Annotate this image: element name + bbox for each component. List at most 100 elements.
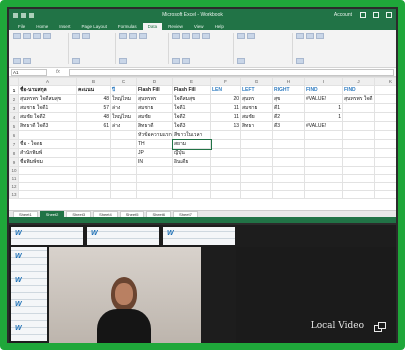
formula-input[interactable]: [69, 68, 394, 76]
advanced-icon[interactable]: [119, 58, 127, 64]
cell[interactable]: [304, 190, 343, 199]
cell[interactable]: 48: [76, 112, 111, 122]
cell[interactable]: ใจดีสมสุข: [172, 94, 211, 104]
tab-page-layout[interactable]: Page Layout: [77, 23, 112, 30]
participant-tile[interactable]: W: [11, 227, 83, 245]
cell[interactable]: [110, 174, 137, 183]
show-detail-icon[interactable]: [296, 58, 304, 64]
cell[interactable]: สิทธา: [240, 121, 273, 131]
cell[interactable]: [240, 139, 273, 149]
tab-help[interactable]: Help: [210, 23, 229, 30]
cell[interactable]: สิทธาดี: [136, 121, 173, 131]
filter-icon[interactable]: [129, 33, 137, 39]
ungroup-icon[interactable]: [306, 33, 314, 39]
cell[interactable]: Flash Fill: [172, 85, 211, 95]
cell[interactable]: [240, 166, 273, 175]
sort-icon[interactable]: [119, 33, 127, 39]
cell[interactable]: [136, 166, 173, 175]
cell[interactable]: 11: [210, 112, 241, 122]
cell[interactable]: [374, 130, 396, 140]
cell[interactable]: [342, 112, 375, 122]
spreadsheet-table[interactable]: A B C D E F G H I J K 1 ชื่อ-นามสกุล คะแ…: [9, 77, 396, 199]
cell[interactable]: [272, 139, 305, 149]
cell[interactable]: [210, 148, 241, 158]
from-table-icon[interactable]: [43, 33, 51, 39]
from-text-icon[interactable]: [23, 33, 31, 39]
data-validation-icon[interactable]: [202, 33, 210, 39]
column-header[interactable]: C: [110, 77, 137, 86]
cell[interactable]: FIND: [304, 85, 343, 95]
cell[interactable]: [210, 166, 241, 175]
cell[interactable]: ปี: [110, 85, 137, 95]
cell[interactable]: [172, 182, 211, 191]
user-name[interactable]: Account: [282, 12, 352, 18]
cell[interactable]: [210, 174, 241, 183]
cell[interactable]: [210, 182, 241, 191]
column-header[interactable]: G: [240, 77, 273, 86]
cell[interactable]: [272, 182, 305, 191]
tab-formulas[interactable]: Formulas: [113, 23, 142, 30]
cell[interactable]: LEFT: [240, 85, 273, 95]
cell[interactable]: 13: [210, 121, 241, 131]
local-video-panel[interactable]: Local Video: [236, 247, 396, 343]
popout-icon[interactable]: [374, 322, 386, 332]
maximize-icon[interactable]: [373, 12, 379, 18]
cell[interactable]: [76, 182, 111, 191]
cell[interactable]: [342, 130, 375, 140]
cell[interactable]: [304, 139, 343, 149]
cell[interactable]: [240, 148, 273, 158]
cell[interactable]: สุนทรพร ใจดี: [342, 94, 375, 104]
cell[interactable]: [136, 182, 173, 191]
cell[interactable]: IN: [136, 157, 173, 167]
name-box[interactable]: A1: [11, 68, 47, 76]
cell[interactable]: [76, 166, 111, 175]
cell[interactable]: [374, 94, 396, 104]
cell[interactable]: [76, 190, 111, 199]
subtotal-icon[interactable]: [316, 33, 324, 39]
cell[interactable]: [172, 190, 211, 199]
cell[interactable]: LEN: [210, 85, 241, 95]
cell[interactable]: ดี2: [272, 112, 305, 122]
tab-insert[interactable]: Insert: [54, 23, 75, 30]
cell[interactable]: [240, 174, 273, 183]
cell[interactable]: [304, 157, 343, 167]
cell[interactable]: 11: [210, 103, 241, 113]
cell[interactable]: [304, 166, 343, 175]
column-header[interactable]: J: [342, 77, 375, 86]
cell[interactable]: [342, 166, 375, 175]
save-icon[interactable]: [13, 12, 18, 18]
relationships-icon[interactable]: [182, 58, 190, 64]
cell[interactable]: [18, 190, 77, 199]
row-number[interactable]: 11: [9, 174, 19, 183]
cell[interactable]: [240, 190, 273, 199]
cell[interactable]: สมชัย ใจดี2: [18, 112, 77, 122]
row-number[interactable]: 5: [9, 121, 19, 131]
cell[interactable]: สมชาย ใจดี1: [18, 103, 77, 113]
cell[interactable]: [210, 139, 241, 149]
column-header[interactable]: H: [272, 77, 305, 86]
cell[interactable]: [342, 174, 375, 183]
cell[interactable]: 1: [304, 112, 343, 122]
clear-icon[interactable]: [139, 33, 147, 39]
cell[interactable]: ชื่อ - ใจดย: [18, 139, 77, 149]
cell[interactable]: [240, 130, 273, 140]
cell[interactable]: [76, 174, 111, 183]
cell[interactable]: สำนักพิมพ์: [18, 148, 77, 158]
cell[interactable]: [110, 190, 137, 199]
what-if-icon[interactable]: [237, 33, 245, 39]
cell[interactable]: [110, 148, 137, 158]
cell[interactable]: [342, 182, 375, 191]
remove-duplicates-icon[interactable]: [192, 33, 200, 39]
cell[interactable]: [18, 166, 77, 175]
participant-tile[interactable]: W: [87, 227, 159, 245]
cell[interactable]: 48: [76, 94, 111, 104]
flash-fill-icon[interactable]: [182, 33, 190, 39]
row-number[interactable]: 1: [9, 85, 19, 95]
cell[interactable]: สุนทร: [240, 94, 273, 104]
cell[interactable]: [374, 103, 396, 113]
cell[interactable]: [272, 130, 305, 140]
row-number[interactable]: 2: [9, 94, 19, 104]
tab-view[interactable]: View: [189, 23, 209, 30]
selected-cell[interactable]: สยาม: [171, 138, 212, 150]
column-header[interactable]: D: [136, 77, 173, 86]
